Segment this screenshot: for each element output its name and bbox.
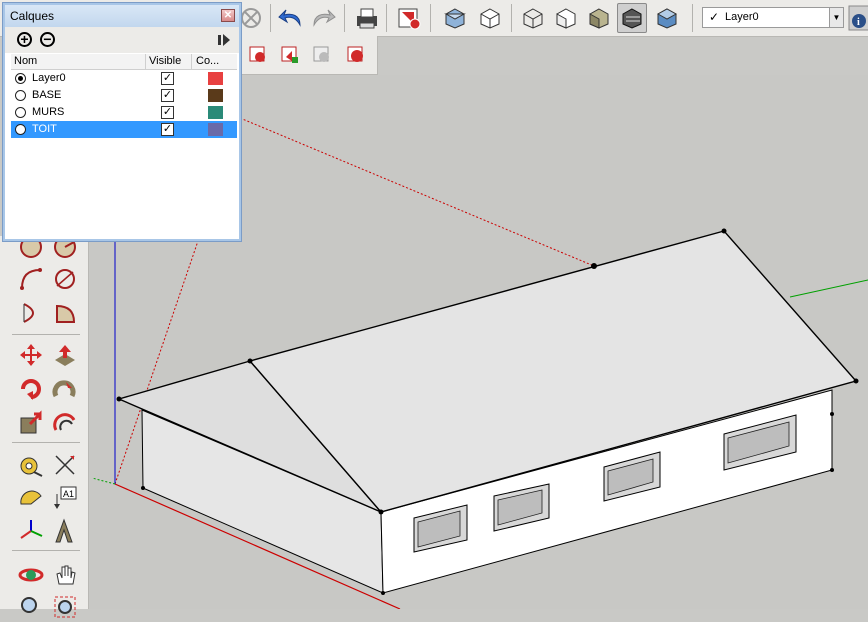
model-info-icon[interactable] [394, 3, 424, 33]
protractor-icon[interactable] [16, 482, 46, 512]
tools-palette: A1 [0, 236, 89, 618]
dimension-icon[interactable] [50, 450, 80, 480]
layer-row[interactable]: TOIT ✓ [11, 121, 237, 138]
xray-icon[interactable] [440, 3, 470, 33]
active-layer-radio[interactable] [15, 124, 26, 135]
remove-layer-icon[interactable]: − [40, 32, 55, 47]
offset-icon[interactable] [50, 408, 80, 438]
column-visible-header[interactable]: Visible [149, 55, 181, 67]
layer-color-swatch[interactable] [208, 72, 223, 85]
current-layer-value: Layer0 [725, 11, 759, 23]
undo-icon[interactable] [276, 3, 306, 33]
details-arrow-icon[interactable] [217, 32, 231, 51]
print-icon[interactable] [352, 3, 382, 33]
component-icon[interactable] [275, 40, 305, 70]
monochrome-icon[interactable] [652, 3, 682, 33]
layers-panel: Calques ✕ + − Nom Visible Co... Layer0 ✓ B… [3, 3, 241, 241]
layer-info-icon[interactable]: i [848, 5, 868, 31]
follow-me-icon[interactable] [50, 374, 80, 404]
layer-color-swatch[interactable] [208, 89, 223, 102]
share-model-icon[interactable] [341, 40, 371, 70]
visible-checkbox[interactable]: ✓ [161, 72, 174, 85]
layer-row[interactable]: MURS ✓ [11, 104, 237, 121]
wireframe-icon[interactable] [518, 3, 548, 33]
pie-slice-icon[interactable] [50, 298, 80, 328]
column-name-header[interactable]: Nom [14, 55, 37, 67]
layer-color-swatch[interactable] [208, 106, 223, 119]
visible-checkbox[interactable]: ✓ [161, 89, 174, 102]
chevron-down-icon[interactable]: ▼ [829, 8, 843, 27]
pan-icon[interactable] [50, 560, 80, 590]
green-axis-dotted [91, 477, 116, 485]
svg-text:i: i [857, 17, 860, 28]
back-edges-icon[interactable] [475, 3, 505, 33]
layer-color-swatch[interactable] [208, 123, 223, 136]
component-disabled-icon [307, 40, 337, 70]
shaded-icon[interactable] [584, 3, 614, 33]
zoom-window-icon[interactable] [50, 592, 80, 622]
layer-name: BASE [32, 89, 62, 101]
scale-icon[interactable] [16, 408, 46, 438]
layer-name: TOIT [32, 123, 57, 135]
column-color-header[interactable]: Co... [196, 55, 219, 67]
visible-checkbox[interactable]: ✓ [161, 123, 174, 136]
hidden-line-icon[interactable] [551, 3, 581, 33]
layer-name: Layer0 [32, 72, 66, 84]
red-axis-dotted-ridge [239, 117, 595, 267]
rotate-icon[interactable] [16, 374, 46, 404]
layer-row[interactable]: BASE ✓ [11, 87, 237, 104]
layers-table-header: Nom Visible Co... [11, 54, 237, 70]
active-layer-radio[interactable] [15, 107, 26, 118]
layers-panel-titlebar[interactable]: Calques ✕ [5, 5, 239, 27]
tape-measure-icon[interactable] [16, 450, 46, 480]
redo-icon [308, 3, 338, 33]
text-icon[interactable]: A1 [50, 482, 80, 512]
arc-tangent-icon[interactable] [16, 298, 46, 328]
arc-3pt-icon[interactable] [50, 264, 80, 294]
layers-panel-tools: + − [5, 27, 239, 53]
layer-name: MURS [32, 106, 65, 118]
secondary-toolbar [240, 36, 378, 75]
green-axis [789, 279, 868, 298]
add-layer-icon[interactable]: + [17, 32, 32, 47]
section-plane-icon[interactable] [243, 40, 273, 70]
zoom-icon[interactable] [16, 592, 46, 622]
shaded-with-textures-icon[interactable] [617, 3, 647, 33]
current-layer-check-icon: ✓ [709, 10, 720, 24]
axes-icon[interactable] [16, 516, 46, 546]
layers-panel-title: Calques [10, 9, 55, 23]
visible-checkbox[interactable]: ✓ [161, 106, 174, 119]
push-pull-icon[interactable] [50, 340, 80, 370]
3d-text-icon[interactable] [50, 516, 80, 546]
layer-dropdown[interactable]: ✓ Layer0 ▼ [702, 7, 844, 28]
close-icon[interactable]: ✕ [221, 9, 235, 22]
svg-text:A1: A1 [63, 489, 74, 499]
arc-2pt-icon[interactable] [16, 264, 46, 294]
orbit-icon[interactable] [16, 560, 46, 590]
active-layer-radio[interactable] [15, 73, 26, 84]
layer-row[interactable]: Layer0 ✓ [11, 70, 237, 87]
active-layer-radio[interactable] [15, 90, 26, 101]
move-icon[interactable] [16, 340, 46, 370]
